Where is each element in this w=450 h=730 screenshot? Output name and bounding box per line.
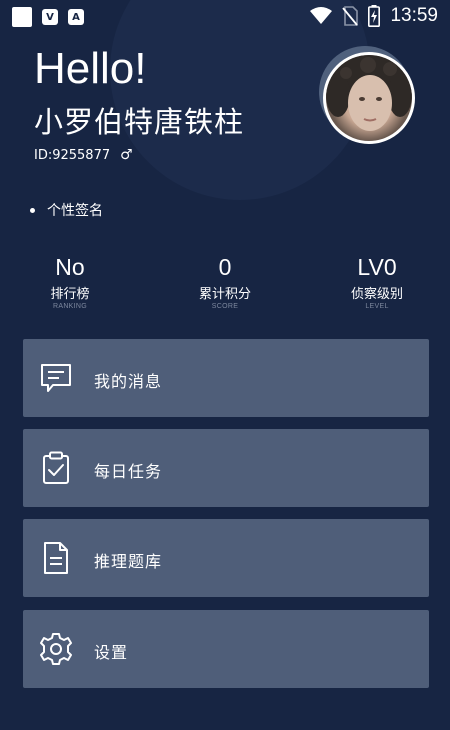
- gender-male-icon: ♂: [120, 147, 133, 163]
- stat-value: LV0: [357, 254, 397, 280]
- wifi-icon: [310, 7, 333, 24]
- menu-item-daily-tasks[interactable]: 每日任务: [23, 429, 429, 507]
- stat-value: 0: [218, 254, 232, 280]
- menu-item-label: 每日任务: [94, 462, 163, 481]
- menu-item-messages[interactable]: 我的消息: [23, 339, 429, 417]
- stat-label: 侦察级别: [350, 287, 403, 302]
- app-square-icon: [12, 7, 32, 27]
- a-badge-icon: A: [68, 9, 84, 25]
- clipboard-check-icon: [43, 451, 69, 484]
- signature-label: 个性签名: [47, 203, 103, 219]
- stat-level[interactable]: LV0 侦察级别 LEVEL: [322, 254, 432, 310]
- menu-item-label: 设置: [94, 643, 129, 662]
- menu-item-question-bank[interactable]: 推理题库: [23, 519, 429, 597]
- stat-value: No: [55, 254, 85, 280]
- username: 小罗伯特唐铁柱: [34, 105, 245, 139]
- menu-item-settings[interactable]: 设置: [23, 610, 429, 688]
- shield-badge-icon: V: [42, 9, 58, 25]
- stat-label: 排行榜: [50, 287, 90, 302]
- stat-label: 累计积分: [198, 287, 251, 302]
- status-time: 13:59: [390, 5, 438, 26]
- greeting: Hello!: [34, 44, 147, 93]
- status-bar: V A 13:59: [0, 0, 450, 34]
- menu-item-label: 推理题库: [94, 552, 163, 571]
- menu-item-label: 我的消息: [94, 372, 163, 391]
- bullet-dot-icon: [30, 207, 35, 213]
- avatar-face-image: [326, 55, 412, 131]
- stat-ranking[interactable]: No 排行榜 RANKING: [15, 254, 125, 310]
- avatar[interactable]: [323, 52, 415, 144]
- stat-sublabel: LEVEL: [365, 303, 389, 310]
- user-id: ID:9255877: [34, 147, 111, 163]
- gear-icon: [40, 633, 72, 665]
- no-sim-icon: [342, 6, 359, 26]
- stat-score[interactable]: 0 累计积分 SCORE: [170, 254, 280, 310]
- document-icon: [44, 542, 68, 574]
- user-id-row: ID:9255877 ♂: [34, 147, 133, 163]
- stat-sublabel: SCORE: [211, 303, 239, 310]
- signature-row[interactable]: 个性签名: [30, 200, 103, 220]
- stats-row: No 排行榜 RANKING 0 累计积分 SCORE LV0 侦察级别 LEV…: [0, 254, 450, 314]
- battery-charging-icon: [368, 5, 381, 27]
- message-icon: [41, 364, 71, 392]
- stat-sublabel: RANKING: [53, 303, 87, 310]
